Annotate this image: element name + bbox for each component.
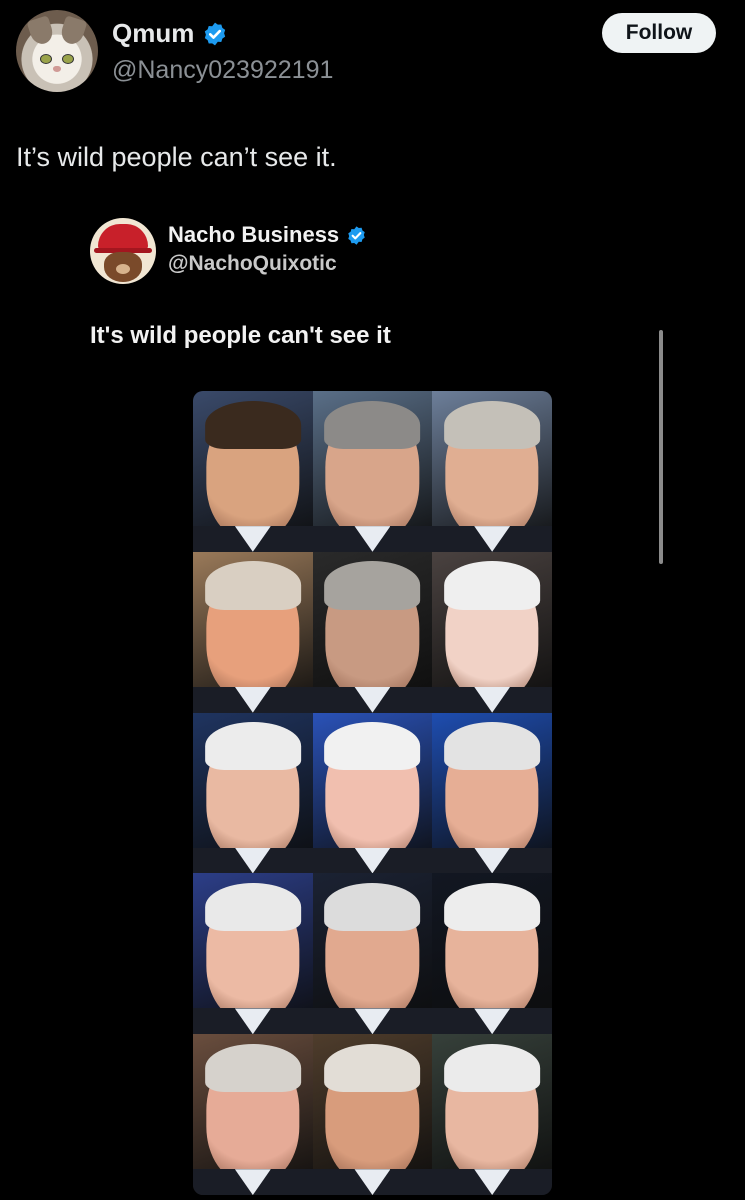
grid-photo[interactable] xyxy=(312,873,433,1035)
hair-shape xyxy=(444,883,541,932)
hair-shape xyxy=(324,561,421,610)
author-handle[interactable]: @Nancy023922191 xyxy=(112,56,333,85)
cat-eye-left xyxy=(40,54,52,64)
author-avatar[interactable] xyxy=(16,10,98,92)
follow-button[interactable]: Follow xyxy=(602,13,716,53)
hair-shape xyxy=(444,400,541,449)
grid-photo[interactable] xyxy=(193,551,313,713)
cat-ear-left xyxy=(26,15,56,47)
grid-photo[interactable] xyxy=(193,873,313,1035)
grid-photo[interactable] xyxy=(193,391,313,552)
quoted-handle: @NachoQuixotic xyxy=(168,252,337,275)
quoted-verified-badge-icon xyxy=(348,225,365,245)
hair-shape xyxy=(204,561,301,610)
tweet-text: It’s wild people can’t see it. xyxy=(16,142,337,172)
bear-muzzle xyxy=(116,264,130,274)
hair-shape xyxy=(204,400,301,449)
hair-shape xyxy=(204,1043,301,1093)
verified-badge-icon xyxy=(205,22,226,45)
hair-shape xyxy=(324,722,421,771)
hair-shape xyxy=(444,722,541,771)
hair-shape xyxy=(204,722,301,771)
quoted-display-name: Nacho Business xyxy=(168,222,340,247)
quoted-author-avatar xyxy=(90,218,156,284)
grid-photo[interactable] xyxy=(432,712,552,874)
hair-shape xyxy=(444,1043,541,1093)
quoted-text: It's wild people can't see it xyxy=(90,322,391,349)
grid-photo[interactable] xyxy=(193,1034,313,1195)
author-display-name[interactable]: Qmum xyxy=(112,18,194,49)
red-hat-icon xyxy=(98,224,148,250)
hair-shape xyxy=(444,561,541,610)
grid-photo[interactable] xyxy=(193,712,313,874)
grid-photo[interactable] xyxy=(312,1034,433,1195)
embed-scrollbar[interactable] xyxy=(659,330,663,564)
grid-photo[interactable] xyxy=(432,873,552,1035)
grid-photo[interactable] xyxy=(312,712,433,874)
grid-photo[interactable] xyxy=(312,551,433,713)
grid-photo[interactable] xyxy=(432,551,552,713)
cat-ear-right xyxy=(58,15,88,47)
quoted-name-row: Nacho Business xyxy=(168,222,367,248)
hair-shape xyxy=(324,400,421,449)
cat-eye-right xyxy=(62,54,74,64)
cat-nose xyxy=(53,66,61,72)
hair-shape xyxy=(324,1043,421,1093)
photo-grid[interactable] xyxy=(193,391,552,1195)
hair-shape xyxy=(204,883,301,932)
grid-photo[interactable] xyxy=(432,1034,552,1195)
grid-photo[interactable] xyxy=(312,391,433,552)
grid-photo[interactable] xyxy=(432,391,552,552)
author-name-row[interactable]: Qmum xyxy=(112,18,228,49)
hair-shape xyxy=(324,883,421,932)
